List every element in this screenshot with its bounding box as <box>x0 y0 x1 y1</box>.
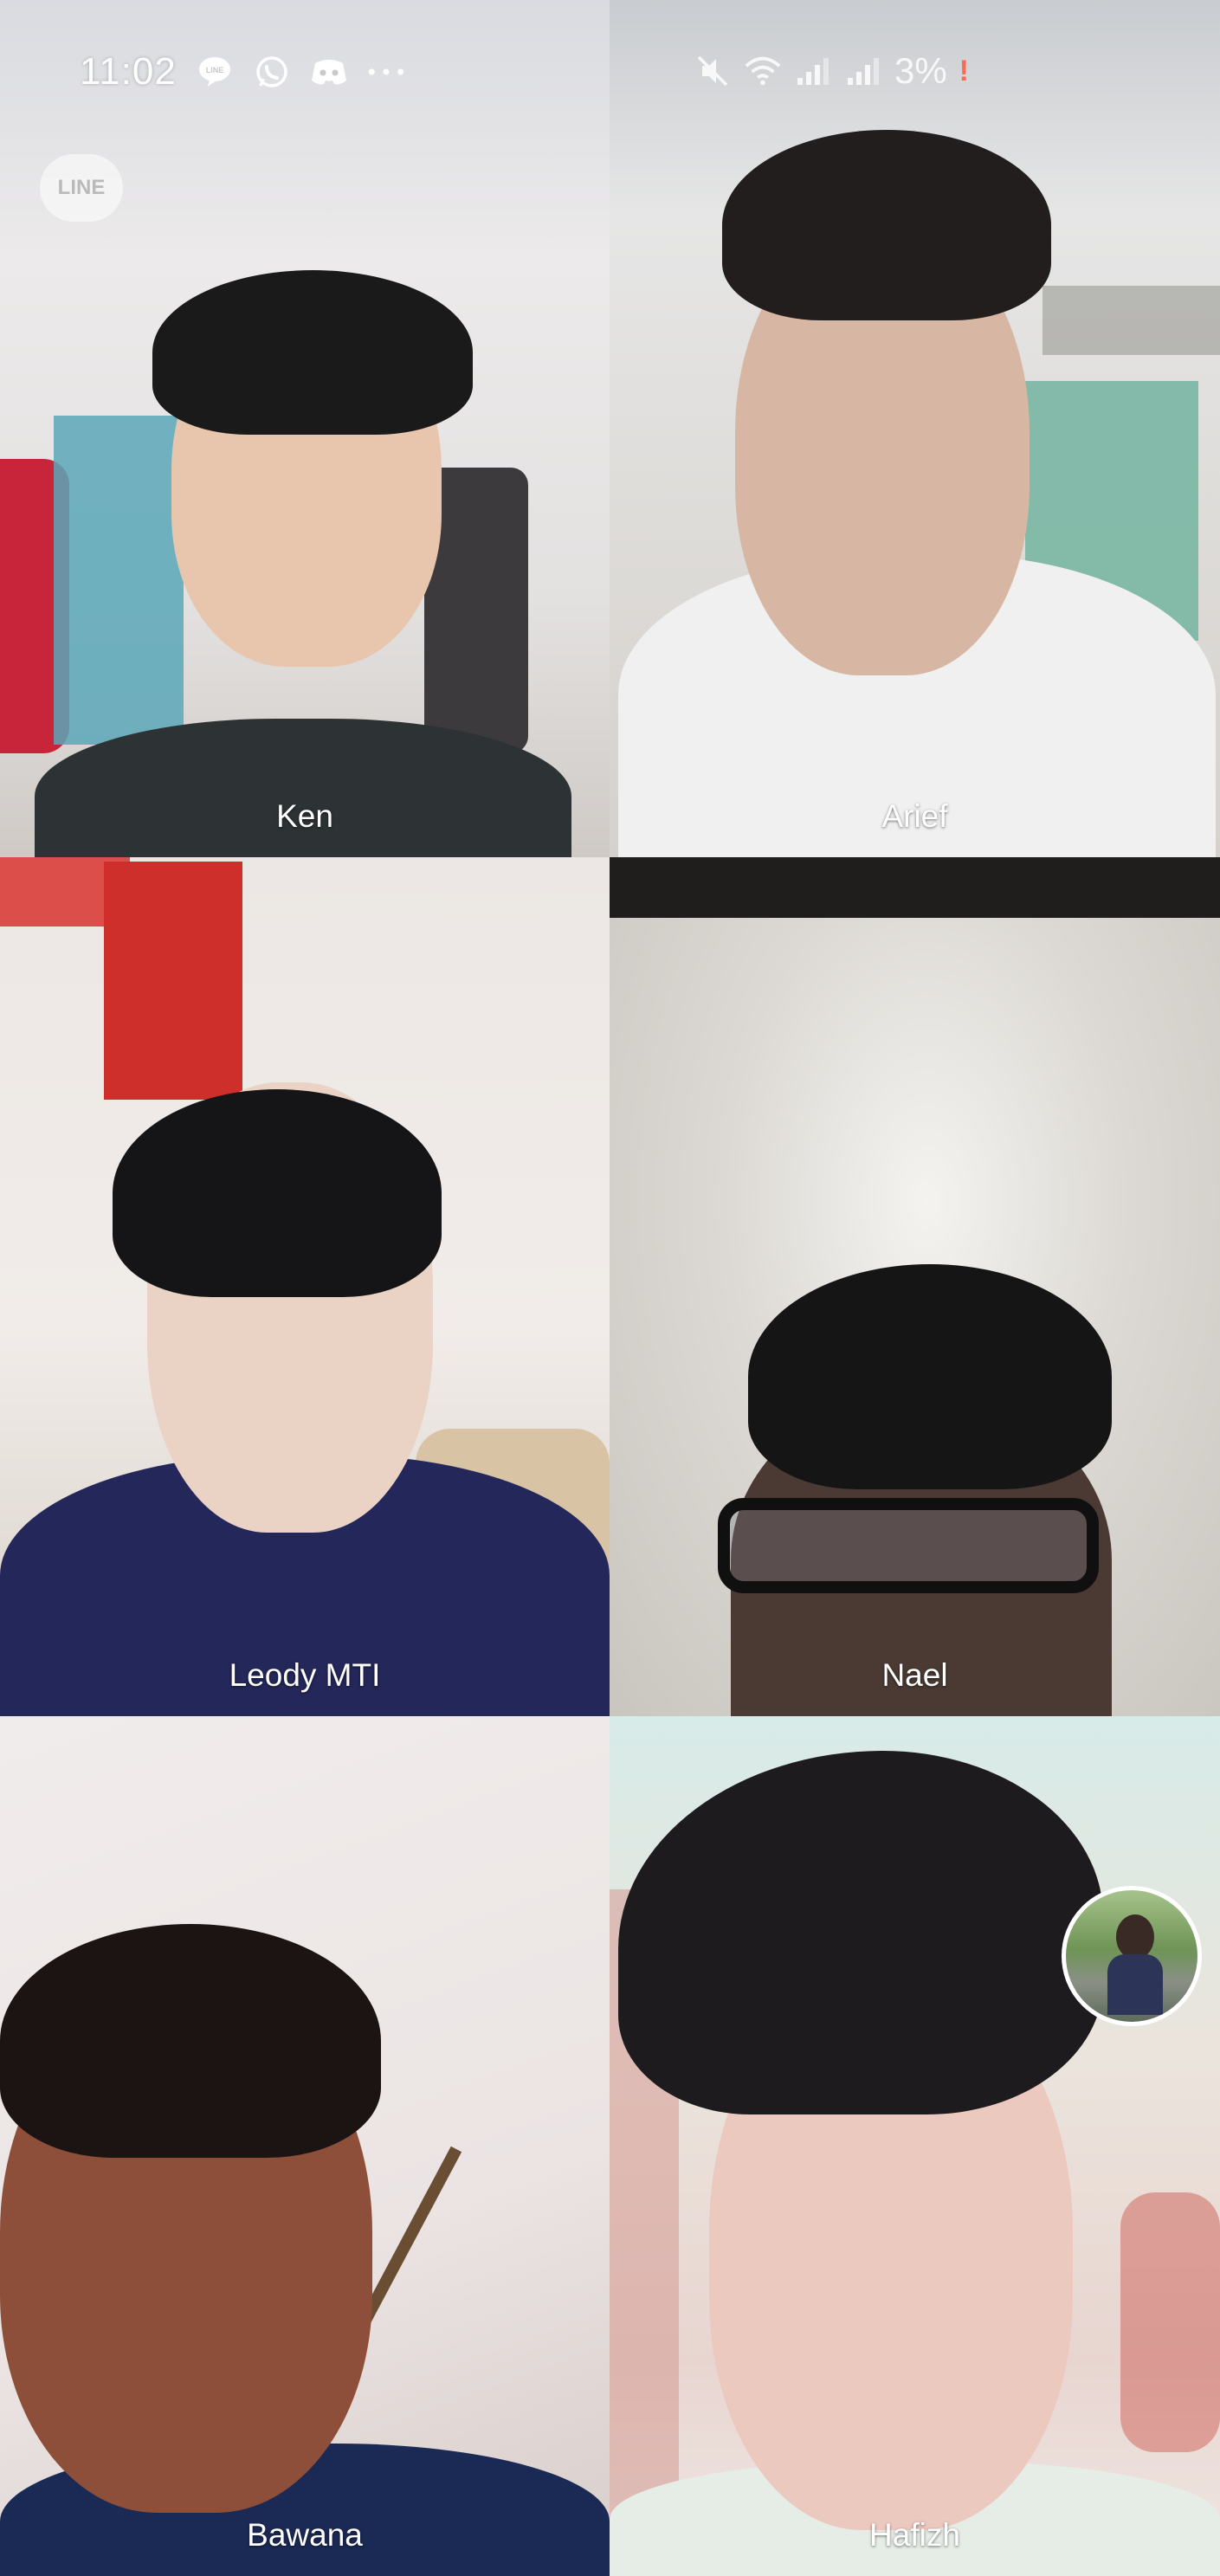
person-hair <box>152 270 473 435</box>
person-hair <box>748 1264 1112 1489</box>
participant-tile-bawana[interactable]: Bawana <box>0 1716 610 2576</box>
line-icon: LINE <box>196 53 234 91</box>
participant-tile-ken[interactable]: LINE Ken <box>0 0 610 857</box>
person-hair <box>113 1089 442 1297</box>
participant-name: Ken <box>276 798 333 834</box>
glasses <box>718 1498 1099 1593</box>
person-body <box>35 719 571 857</box>
ceiling-beam <box>610 857 1220 918</box>
signal-icon <box>794 52 832 90</box>
wall-scroll <box>104 862 242 1100</box>
door-frame <box>54 416 184 745</box>
battery-warning-icon: ! <box>959 54 969 87</box>
mute-icon <box>694 52 732 90</box>
wifi-icon <box>744 52 782 90</box>
line-watermark: LINE <box>40 154 123 222</box>
self-view-preview[interactable] <box>1062 1886 1202 2026</box>
discord-icon <box>310 53 348 91</box>
participant-tile-arief[interactable]: Arief <box>610 0 1220 857</box>
whatsapp-icon <box>253 53 291 91</box>
participant-name: Bawana <box>247 2517 363 2553</box>
self-preview-person <box>1116 1914 1154 1959</box>
video-call-screen: 11:02 LINE 3% ! LINE Ken Arief Leody MTI… <box>0 0 1220 2576</box>
participant-name: Leody MTI <box>229 1657 381 1693</box>
svg-text:LINE: LINE <box>206 66 224 74</box>
person-hair <box>722 130 1051 320</box>
participant-tile-nael[interactable]: Nael <box>610 857 1220 1716</box>
person-hair <box>0 1924 381 2158</box>
floral-pattern <box>1120 2192 1220 2452</box>
signal-icon <box>844 52 882 90</box>
ceiling-vent <box>1042 286 1220 355</box>
status-time: 11:02 <box>80 50 177 93</box>
more-dots-icon <box>367 53 405 91</box>
participant-name: Hafizh <box>869 2517 960 2553</box>
battery-percent: 3% <box>894 50 947 91</box>
status-bar-right: 3% ! <box>694 50 969 92</box>
participant-name: Arief <box>881 798 948 834</box>
status-bar-left: 11:02 LINE <box>80 50 405 94</box>
participant-name: Nael <box>881 1657 948 1693</box>
participant-tile-hafizh[interactable]: Hafizh <box>610 1716 1220 2576</box>
self-preview-body <box>1107 1954 1163 2015</box>
participant-tile-leody-mti[interactable]: Leody MTI <box>0 857 610 1716</box>
